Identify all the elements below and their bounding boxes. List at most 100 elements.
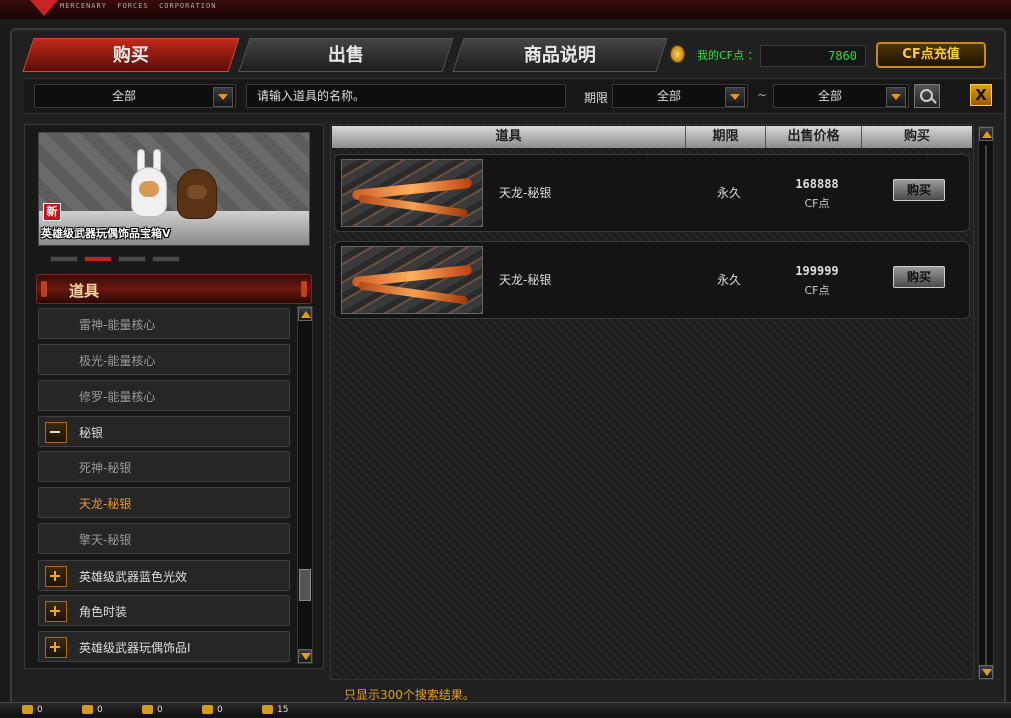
buy-button[interactable]: 购买 [893, 266, 945, 288]
bottom-status-bar: 0 0 0 0 15 [0, 702, 1011, 717]
category-item-label: 修罗-能量核心 [79, 390, 156, 404]
status-stat-value: 0 [217, 705, 223, 715]
category-header: 道具 [36, 274, 312, 304]
expand-icon[interactable] [45, 566, 67, 587]
bunny-doll-face [139, 181, 159, 197]
category-group[interactable]: 英雄级武器玩偶饰品Ⅰ [38, 631, 290, 662]
column-header-price: 出售价格 [766, 126, 862, 148]
period-select-value: 全部 [656, 89, 681, 103]
item-list-scrollbar[interactable] [978, 126, 994, 680]
tab-buy-label: 购买 [112, 45, 149, 66]
banner-page-dot[interactable] [118, 256, 146, 262]
item-period: 永久 [717, 186, 742, 200]
header-cap [41, 281, 47, 297]
category-group[interactable]: 角色时装 [38, 595, 290, 626]
banner-page-dot-active[interactable] [84, 256, 112, 262]
scroll-down-icon[interactable] [298, 649, 312, 663]
category-select-value: 全部 [111, 89, 136, 103]
category-header-label: 道具 [69, 282, 100, 300]
column-header-item: 道具 [332, 126, 686, 148]
status-stat-value: 0 [37, 705, 43, 715]
coin-icon [670, 45, 685, 63]
item-price: 168888 [795, 177, 839, 191]
item-period: 永久 [717, 273, 742, 287]
search-input[interactable]: 请输入道具的名称。 [246, 84, 566, 108]
tab-item-description[interactable]: 商品说明 [452, 38, 668, 72]
category-group-label: 英雄级武器玩偶饰品Ⅰ [79, 641, 191, 655]
category-item[interactable]: 雷神-能量核心 [38, 308, 290, 339]
buy-button[interactable]: 购买 [893, 179, 945, 201]
status-stat-value: 0 [157, 705, 163, 715]
category-group-label: 秘银 [79, 426, 104, 440]
tab-item-description-label: 商品说明 [523, 45, 596, 66]
collapse-icon[interactable] [45, 422, 67, 443]
category-item[interactable]: 极光-能量核心 [38, 344, 290, 375]
category-item-label: 天龙-秘银 [79, 497, 132, 511]
recharge-button[interactable]: CF点充值 [876, 42, 986, 68]
item-name: 天龙-秘银 [499, 273, 552, 287]
top-strip: MERCENARY FORCES CORPORATION [0, 0, 1011, 20]
status-stat-value: 15 [277, 705, 289, 715]
period-label: 期限 [584, 91, 609, 105]
banner-page-dot[interactable] [152, 256, 180, 262]
category-group[interactable]: 英雄级武器蓝色光效 [38, 560, 290, 591]
status-stat: 0 [202, 705, 223, 718]
category-item-label: 死神-秘银 [79, 461, 132, 475]
category-item-label: 极光-能量核心 [79, 354, 156, 368]
range-separator: ~ [757, 88, 768, 102]
expand-icon[interactable] [45, 637, 67, 658]
scroll-up-icon[interactable] [979, 127, 993, 141]
category-group-mithril[interactable]: 秘银 [38, 416, 290, 447]
search-button[interactable] [914, 84, 940, 108]
chevron-down-icon[interactable] [213, 87, 233, 107]
category-scrollbar[interactable] [297, 306, 313, 664]
speaker-icon [262, 705, 273, 714]
list-icon [22, 705, 33, 714]
dog-doll-face [187, 185, 207, 199]
chevron-down-icon[interactable] [886, 87, 906, 107]
logo-text: MERCENARY FORCES CORPORATION [60, 2, 217, 10]
column-header-period: 期限 [686, 126, 766, 148]
chevron-down-icon[interactable] [725, 87, 745, 107]
result-limit-note: 只显示300个搜索结果。 [344, 688, 475, 702]
blade-image [357, 194, 469, 218]
status-stat-value: 0 [97, 705, 103, 715]
scrollbar-track[interactable] [985, 145, 987, 665]
scrollbar-thumb[interactable] [299, 569, 311, 601]
person-icon [82, 705, 93, 714]
period-select[interactable]: 全部 [612, 84, 748, 108]
close-button[interactable]: X [970, 84, 992, 106]
status-stat: 0 [82, 705, 103, 718]
promo-banner[interactable]: 新 英雄级武器玩偶饰品宝箱V [38, 132, 310, 246]
category-item[interactable]: 擎天-秘银 [38, 523, 290, 554]
logo-icon [30, 0, 58, 16]
banner-page-dot[interactable] [50, 256, 78, 262]
category-item-label: 擎天-秘银 [79, 533, 132, 547]
category-select[interactable]: 全部 [34, 84, 236, 108]
category-item-selected[interactable]: 天龙-秘银 [38, 487, 290, 518]
scroll-down-icon[interactable] [979, 665, 993, 679]
price-select[interactable]: 全部 [773, 84, 909, 108]
scroll-up-icon[interactable] [298, 307, 312, 321]
price-select-value: 全部 [817, 89, 842, 103]
item-price: 199999 [795, 264, 839, 278]
status-stat: 0 [22, 705, 43, 718]
expand-icon[interactable] [45, 601, 67, 622]
tab-sell-label: 出售 [327, 45, 364, 66]
banner-title: 英雄级武器玩偶饰品宝箱V [41, 227, 171, 240]
tab-sell[interactable]: 出售 [238, 38, 454, 72]
category-item[interactable]: 修罗-能量核心 [38, 380, 290, 411]
item-name: 天龙-秘银 [499, 186, 552, 200]
category-group-label: 英雄级武器蓝色光效 [79, 570, 188, 584]
column-header-buy: 购买 [903, 129, 930, 144]
tab-buy[interactable]: 购买 [22, 38, 240, 72]
category-item[interactable]: 死神-秘银 [38, 451, 290, 482]
item-thumbnail [341, 246, 483, 314]
cf-points-value: 7860 [760, 45, 866, 67]
item-table-header: 道具 期限 出售价格 购买 [332, 126, 972, 148]
blade-image [357, 281, 469, 305]
status-stat: 15 [262, 705, 288, 718]
cf-points-label: 我的CF点 ： [697, 49, 759, 62]
header-cap [301, 281, 307, 297]
status-stat: 0 [142, 705, 163, 718]
